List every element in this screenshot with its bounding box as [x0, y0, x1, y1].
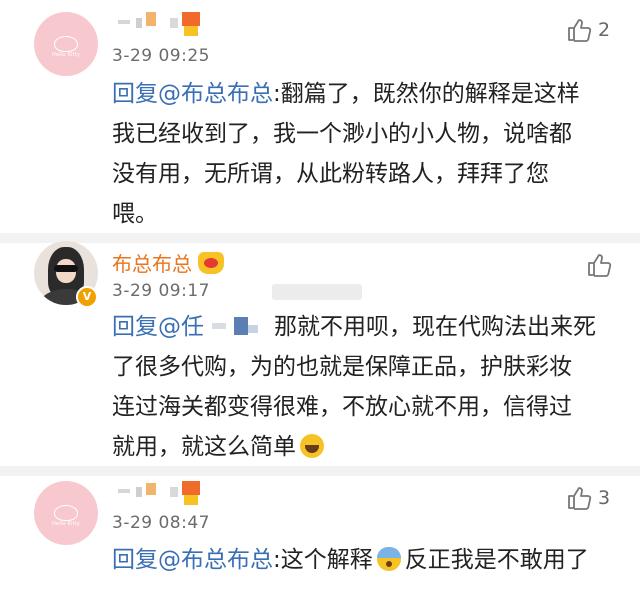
- username[interactable]: 布总布总: [112, 248, 224, 277]
- like-button[interactable]: [586, 252, 640, 280]
- sunglasses-icon: [54, 265, 78, 272]
- comment-text-line: 喂。: [112, 201, 158, 227]
- mention-link[interactable]: 回复@布总布总: [112, 547, 273, 573]
- avatar-text: Hello Kitty: [51, 521, 80, 527]
- mention-link[interactable]: 回复@任: [112, 314, 204, 340]
- comment-text-line: 了很多代购，为的也就是保障正品，护肤彩妆: [112, 354, 572, 380]
- hello-kitty-icon: [54, 505, 78, 521]
- like-count: 3: [598, 487, 611, 509]
- comment-text-line: 没有用，无所谓，从此粉转路人，拜拜了您: [112, 161, 549, 187]
- comment-text-line: :这个解释: [273, 547, 373, 573]
- comment-1: Hello Kitty 3-29 09:25 2 回复@布总布总:翻篇了，既然你…: [0, 0, 640, 233]
- divider: [0, 466, 640, 476]
- avatar[interactable]: Hello Kitty: [34, 481, 98, 545]
- redacted-username: [118, 481, 218, 505]
- avatar-text: Hello Kitty: [51, 52, 80, 58]
- like-button[interactable]: 3: [566, 485, 626, 513]
- like-button[interactable]: 2: [566, 17, 626, 45]
- redacted-mention: [204, 315, 274, 337]
- divider: [0, 233, 640, 243]
- mention-link[interactable]: 回复@布总布总: [112, 81, 273, 107]
- timestamp: 3-29 09:17: [112, 281, 210, 301]
- timestamp: 3-29 08:47: [112, 513, 210, 533]
- crown-icon: [198, 252, 224, 274]
- timestamp: 3-29 09:25: [112, 46, 210, 66]
- comment-text-line: 连过海关都变得很难，不放心就不用，信得过: [112, 394, 572, 420]
- like-count: 2: [598, 19, 611, 41]
- username-text[interactable]: 布总布总: [112, 252, 192, 276]
- comment-body: 回复@布总布总:这个解释 反正我是不敢用了: [112, 540, 612, 580]
- verified-badge-icon: V: [76, 286, 98, 308]
- comment-text-line: :翻篇了，既然你的解释是这样: [273, 81, 580, 107]
- fearful-emoji-icon: [376, 547, 401, 571]
- comment-text-line: 反正我是不敢用了: [404, 547, 589, 573]
- comment-text-line: 那就不用呗，现在代购法出来死: [274, 314, 596, 340]
- thumbs-up-icon: [568, 487, 592, 510]
- thumbs-up-icon: [568, 19, 592, 42]
- redacted-username: [118, 12, 218, 36]
- comment-text-line: 就用，就这么简单: [112, 434, 296, 460]
- comment-body: 回复@任 那就不用呗，现在代购法出来死 了很多代购，为的也就是保障正品，护肤彩妆…: [112, 307, 612, 467]
- comment-body: 回复@布总布总:翻篇了，既然你的解释是这样 我已经收到了，我一个渺小的小人物，说…: [112, 74, 612, 234]
- thumbs-up-icon: [588, 254, 612, 277]
- redacted-overlay: [272, 284, 372, 306]
- avatar[interactable]: Hello Kitty: [34, 12, 98, 76]
- comment-text-line: 我已经收到了，我一个渺小的小人物，说啥都: [112, 121, 572, 147]
- laughing-emoji-icon: [300, 434, 324, 458]
- hello-kitty-icon: [54, 36, 78, 52]
